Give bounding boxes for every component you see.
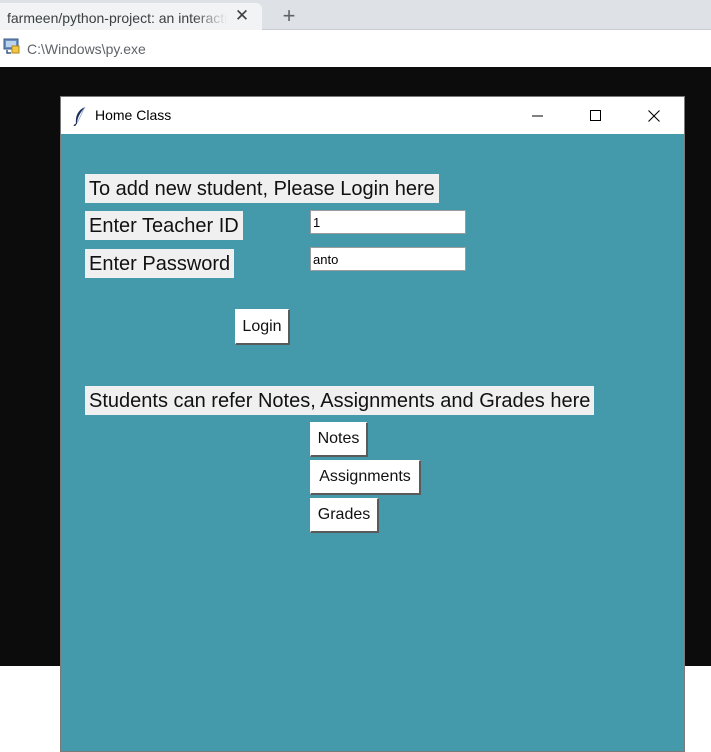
student-heading: Students can refer Notes, Assignments an… (85, 386, 595, 415)
window-title-bar[interactable]: Home Class (61, 97, 684, 134)
minimize-icon (532, 115, 543, 116)
tk-window: Home Class To add new student, Please Lo… (60, 96, 685, 752)
tab-close-icon[interactable]: ✕ (234, 7, 250, 24)
close-button[interactable] (631, 97, 677, 134)
password-input[interactable] (310, 247, 466, 271)
maximize-icon (590, 109, 601, 121)
browser-tab-strip: farmeen/python-project: an interactive s… (0, 0, 711, 30)
minimize-button[interactable] (515, 97, 561, 134)
login-heading: To add new student, Please Login here (85, 174, 439, 203)
browser-tab[interactable]: farmeen/python-project: an interactive s… (0, 3, 262, 30)
assignments-button[interactable]: Assignments (310, 460, 421, 495)
login-button[interactable]: Login (235, 309, 290, 345)
browser-tab-title: farmeen/python-project: an interactive s… (7, 10, 227, 26)
window-title: Home Class (95, 107, 172, 123)
new-tab-icon[interactable]: + (278, 5, 300, 27)
close-icon (648, 109, 660, 122)
teacher-id-label: Enter Teacher ID (85, 211, 243, 240)
tk-feather-icon (73, 106, 86, 126)
console-path: C:\Windows\py.exe (27, 41, 146, 57)
teacher-id-input[interactable] (310, 210, 466, 234)
console-title-bar: C:\Windows\py.exe (0, 30, 711, 67)
python-console-icon (3, 38, 20, 54)
notes-button[interactable]: Notes (310, 422, 368, 457)
password-label: Enter Password (85, 249, 235, 278)
maximize-button[interactable] (573, 97, 619, 134)
grades-button[interactable]: Grades (310, 498, 379, 533)
